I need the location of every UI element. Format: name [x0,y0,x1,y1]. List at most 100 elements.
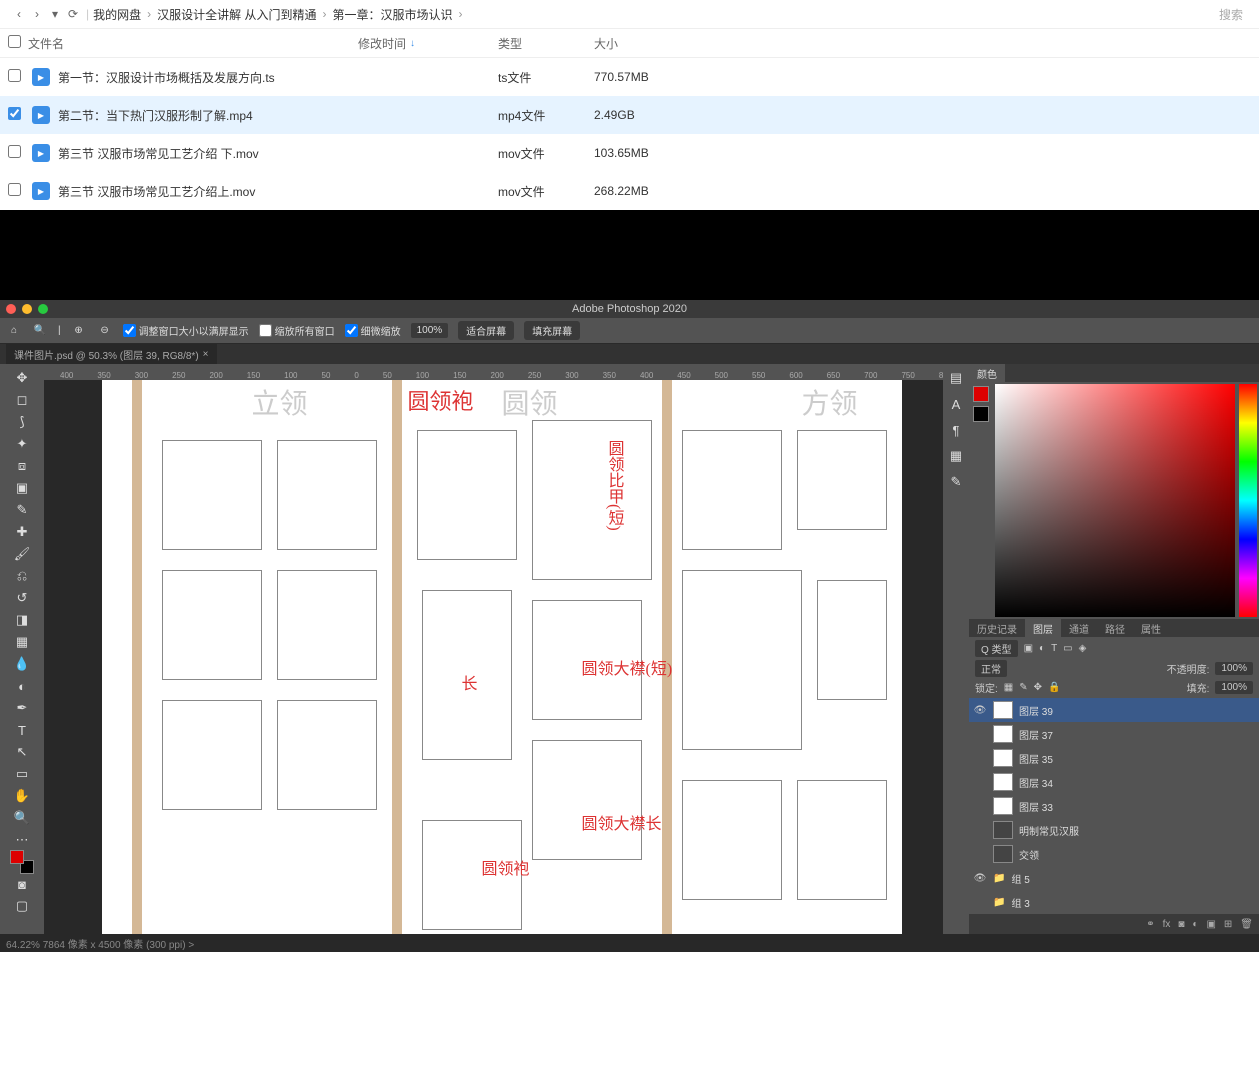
home-icon[interactable]: ⌂ [6,323,22,339]
column-name[interactable]: 文件名 [28,35,358,52]
breadcrumb[interactable]: 我的网盘 [93,6,141,23]
lock-position-icon[interactable]: ✥ [1034,682,1042,693]
file-checkbox[interactable] [8,69,21,82]
select-all-checkbox[interactable] [8,35,21,48]
eyedropper-tool-icon[interactable]: ✎ [12,500,32,520]
shape-tool-icon[interactable]: ▭ [12,764,32,784]
zoom-100-button[interactable]: 100% [411,323,449,338]
filter-smart-icon[interactable]: ◈ [1079,643,1087,654]
lock-pixels-icon[interactable]: ✎ [1019,682,1027,693]
gradient-tool-icon[interactable]: ▦ [12,632,32,652]
stamp-tool-icon[interactable]: ⎌ [12,566,32,586]
edit-toolbar-icon[interactable]: ⋯ [12,830,32,850]
zoom-all-checkbox[interactable]: 缩放所有窗口 [259,323,335,338]
lasso-tool-icon[interactable]: ⟆ [12,412,32,432]
fill-screen-button[interactable]: 填充屏幕 [524,321,580,340]
layer-fx-icon[interactable]: fx [1163,919,1171,930]
scrubby-zoom-checkbox[interactable]: 细微缩放 [345,323,401,338]
adjustment-layer-icon[interactable]: ◐ [1192,919,1198,930]
screenmode-icon[interactable]: ▢ [12,896,32,916]
brush-tool-icon[interactable]: 🖌 [12,544,32,564]
lock-all-icon[interactable]: 🔒 [1048,682,1060,693]
visibility-icon[interactable]: 👁 [973,705,987,716]
nav-forward-icon[interactable]: › [28,7,46,21]
quickmask-icon[interactable]: ◙ [12,874,32,894]
new-group-icon[interactable]: ▣ [1206,919,1215,930]
link-layers-icon[interactable]: ⚭ [1146,919,1154,930]
dodge-tool-icon[interactable]: ◐ [12,676,32,696]
layer-mask-icon[interactable]: ◙ [1178,919,1184,930]
brushes-icon[interactable]: ✎ [946,472,966,492]
file-row[interactable]: 第三节 汉服市场常见工艺介绍 下.movmov文件103.65MB [0,134,1259,172]
filter-pixel-icon[interactable]: ▣ [1024,643,1033,654]
heal-tool-icon[interactable]: ✚ [12,522,32,542]
tab-路径[interactable]: 路径 [1097,619,1133,638]
paragraph-icon[interactable]: ¶ [946,420,966,440]
wand-tool-icon[interactable]: ✦ [12,434,32,454]
fg-bg-swatch[interactable] [2,852,42,872]
document-tab[interactable]: 课件图片.psd @ 50.3% (图层 39, RG8/8*)× [6,344,217,365]
breadcrumb[interactable]: 汉服设计全讲解 从入门到精通 [157,6,316,23]
marquee-tool-icon[interactable]: ◻ [12,390,32,410]
layer-row[interactable]: 交领 [969,842,1259,866]
window-close-button[interactable] [6,304,16,314]
layer-row[interactable]: 图层 37 [969,722,1259,746]
bg-color-swatch[interactable] [973,406,989,422]
filter-adjust-icon[interactable]: ◐ [1039,643,1045,654]
zoom-tool-icon[interactable]: 🔍 [32,323,48,339]
layer-row[interactable]: 📁组 3 [969,890,1259,914]
zoom-in-icon[interactable]: ⊕ [71,323,87,339]
canvas-area[interactable]: 4003503002502001501005005010015020025030… [44,364,943,934]
hue-slider[interactable] [1239,384,1257,617]
tab-通道[interactable]: 通道 [1061,619,1097,638]
zoom-tool-icon[interactable]: 🔍 [12,808,32,828]
file-checkbox[interactable] [8,107,21,120]
lock-transparent-icon[interactable]: ▦ [1004,682,1013,693]
filter-type-icon[interactable]: T [1051,643,1057,654]
tab-历史记录[interactable]: 历史记录 [969,619,1025,638]
fit-screen-button[interactable]: 适合屏幕 [458,321,514,340]
column-size[interactable]: 大小 [594,35,674,52]
tab-color[interactable]: 颜色 [969,364,1005,383]
file-row[interactable]: 第二节：当下热门汉服形制了解.mp4mp4文件2.49GB [0,96,1259,134]
history-brush-icon[interactable]: ↺ [12,588,32,608]
layer-row[interactable]: 👁📁组 5 [969,866,1259,890]
search-input[interactable]: 搜索 [1219,6,1249,23]
layer-row[interactable]: 图层 34 [969,770,1259,794]
move-tool-icon[interactable]: ✥ [12,368,32,388]
layer-row[interactable]: 👁图层 39 [969,698,1259,722]
character-icon[interactable]: A [946,394,966,414]
hand-tool-icon[interactable]: ✋ [12,786,32,806]
nav-dropdown-icon[interactable]: ▾ [46,7,64,21]
tab-属性[interactable]: 属性 [1133,619,1169,638]
nav-refresh-icon[interactable]: ⟳ [64,7,82,21]
frame-tool-icon[interactable]: ▣ [12,478,32,498]
history-icon[interactable]: ▤ [946,368,966,388]
layer-row[interactable]: 图层 33 [969,794,1259,818]
new-layer-icon[interactable]: ⊞ [1224,919,1232,930]
type-tool-icon[interactable]: T [12,720,32,740]
tab-图层[interactable]: 图层 [1025,619,1061,638]
close-icon[interactable]: × [203,349,209,360]
resize-fit-checkbox[interactable]: 调整窗口大小以满屏显示 [123,323,249,338]
column-type[interactable]: 类型 [498,35,594,52]
file-row[interactable]: 第三节 汉服市场常见工艺介绍上.movmov文件268.22MB [0,172,1259,210]
blur-tool-icon[interactable]: 💧 [12,654,32,674]
path-tool-icon[interactable]: ↖ [12,742,32,762]
delete-layer-icon[interactable]: 🗑 [1240,919,1253,930]
eraser-tool-icon[interactable]: ◨ [12,610,32,630]
zoom-out-icon[interactable]: ⊖ [97,323,113,339]
swatches-icon[interactable]: ▦ [946,446,966,466]
visibility-icon[interactable]: 👁 [973,873,987,884]
window-maximize-button[interactable] [38,304,48,314]
layer-filter-dropdown[interactable]: Q 类型 [975,640,1018,657]
nav-back-icon[interactable]: ‹ [10,7,28,21]
file-checkbox[interactable] [8,183,21,196]
fill-input[interactable]: 100% [1215,681,1253,694]
file-checkbox[interactable] [8,145,21,158]
fg-color-swatch[interactable] [973,386,989,402]
pen-tool-icon[interactable]: ✒ [12,698,32,718]
document-canvas[interactable]: 立领 圆领袍 圆领 方领 [102,380,902,934]
window-minimize-button[interactable] [22,304,32,314]
filter-shape-icon[interactable]: ▭ [1063,643,1072,654]
